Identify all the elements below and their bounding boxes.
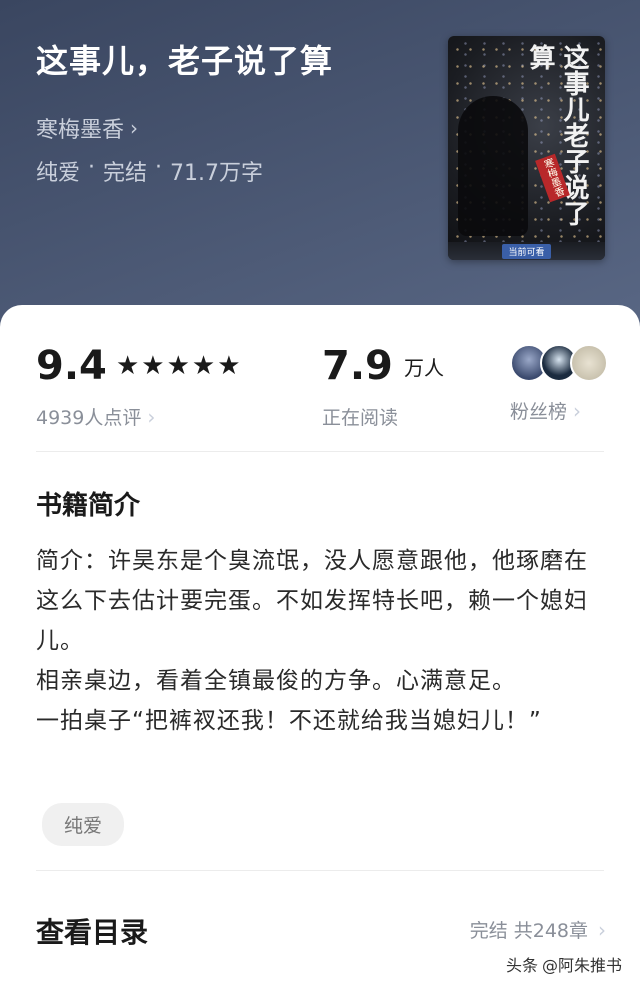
book-header: 这事儿，老子说了算 寒梅墨香 › 纯爱 · 完结 · 71.7万字 这事儿老子说… — [0, 0, 640, 320]
reading-label: 正在阅读 — [322, 407, 399, 429]
intro-title: 书籍简介 — [36, 491, 141, 521]
author-link[interactable]: 寒梅墨香 › — [36, 112, 138, 144]
toc-chapter-info: 完结 共248章 — [469, 920, 588, 942]
book-cover[interactable]: 这事儿老子说了算 寒梅墨香 当前可看 — [448, 36, 605, 260]
intro-paragraph: 相亲桌边，看着全镇最俊的方争。心满意足。 — [36, 668, 516, 694]
stats-row: 9.4 ★★★★★ 4939人点评 › 7.9 万人 正在阅读 粉丝榜 › — [0, 305, 640, 451]
book-status: 完结 — [103, 161, 148, 186]
cover-footer: 当前可看 — [448, 242, 605, 260]
watermark-prefix: 头条 — [505, 956, 538, 975]
meta-separator: · — [155, 155, 163, 180]
book-meta: 纯爱 · 完结 · 71.7万字 — [36, 155, 263, 187]
divider — [36, 870, 604, 871]
star-icon: ★★★★★ — [115, 351, 243, 381]
fans-ranking[interactable]: 粉丝榜 › — [510, 343, 608, 424]
book-title: 这事儿，老子说了算 — [36, 42, 334, 80]
review-count: 4939人点评 — [36, 407, 142, 429]
chevron-right-icon: › — [147, 404, 156, 429]
reading-value: 7.9 — [322, 343, 393, 389]
avatar — [570, 344, 608, 382]
reading-unit: 万人 — [403, 355, 444, 380]
genre-tag[interactable]: 纯爱 — [42, 803, 125, 846]
toc-link[interactable]: 完结 共248章 › — [470, 916, 606, 943]
chevron-right-icon: › — [598, 917, 606, 942]
watermark-handle: @阿朱推书 — [541, 956, 622, 975]
cover-figure — [458, 96, 528, 236]
meta-separator: · — [88, 155, 96, 180]
fan-avatars — [510, 343, 608, 383]
reading-stat: 7.9 万人 正在阅读 — [322, 343, 444, 430]
chevron-right-icon: › — [573, 398, 582, 423]
watermark: 头条 @阿朱推书 — [506, 952, 622, 976]
rating-stat[interactable]: 9.4 ★★★★★ 4939人点评 › — [36, 343, 243, 430]
intro-text: 简介：许昊东是个臭流氓，没人愿意跟他，他琢磨在这么下去估计要完蛋。不如发挥特长吧… — [36, 541, 610, 741]
rating-value: 9.4 — [36, 343, 107, 389]
toc-title[interactable]: 查看目录 — [36, 911, 148, 951]
fans-label: 粉丝榜 — [510, 401, 568, 423]
chevron-right-icon: › — [130, 116, 139, 140]
intro-paragraph: 一拍桌子“把裤衩还我！不还就给我当媳妇儿！” — [36, 708, 542, 734]
book-category: 纯爱 — [36, 161, 81, 186]
cover-badge: 当前可看 — [502, 243, 551, 259]
book-word-count: 71.7万字 — [170, 161, 264, 186]
cover-title: 这事儿老子说了算 — [525, 44, 589, 226]
book-detail-card: 9.4 ★★★★★ 4939人点评 › 7.9 万人 正在阅读 粉丝榜 › 书籍… — [0, 305, 640, 990]
intro-paragraph: 简介：许昊东是个臭流氓，没人愿意跟他，他琢磨在这么下去估计要完蛋。不如发挥特长吧… — [36, 548, 588, 654]
divider — [36, 451, 604, 452]
author-name: 寒梅墨香 — [36, 118, 125, 143]
